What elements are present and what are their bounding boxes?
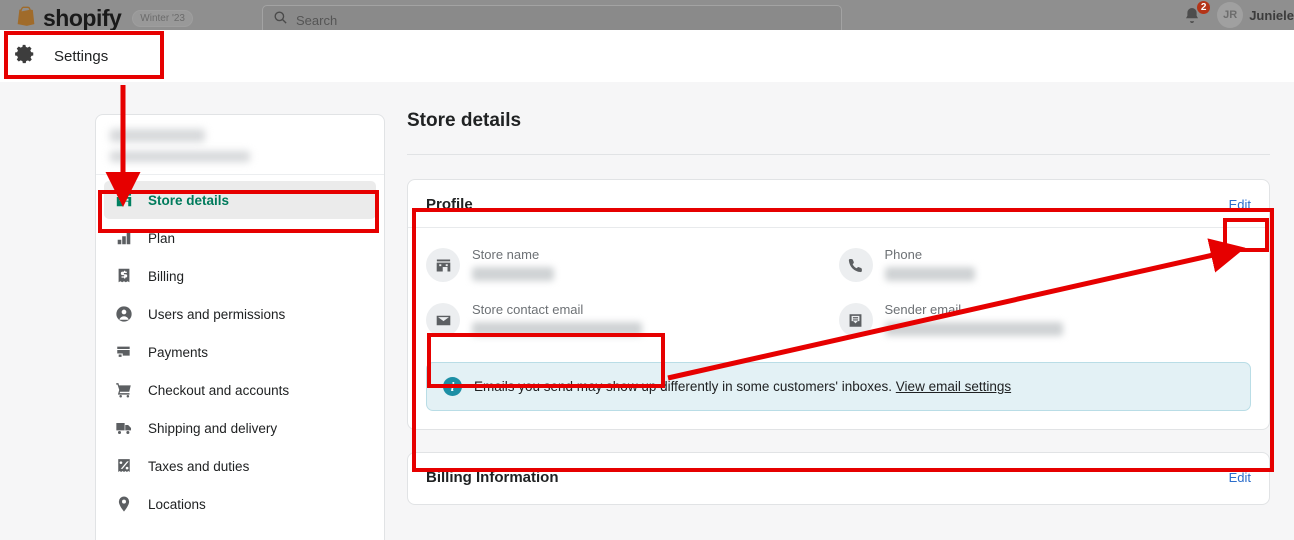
sidebar-item-label: Shipping and delivery bbox=[148, 421, 277, 436]
field-label: Phone bbox=[885, 247, 975, 262]
sidebar-item-label: Locations bbox=[148, 497, 206, 512]
field-value-redacted bbox=[885, 267, 975, 281]
shopify-logo[interactable]: shopify Winter '23 bbox=[16, 4, 193, 27]
sidebar-item-payments[interactable]: Payments bbox=[104, 333, 376, 371]
search-input[interactable]: Search bbox=[262, 5, 842, 30]
field-phone: Phone bbox=[839, 244, 1252, 299]
field-value-redacted bbox=[885, 322, 1063, 336]
phone-icon bbox=[839, 248, 873, 282]
shopping-cart-icon bbox=[114, 380, 134, 400]
field-store-contact-email: Store contact email bbox=[426, 299, 839, 354]
profile-card: Profile Edit Store name bbox=[407, 179, 1270, 430]
user-name-label: Juniele bbox=[1249, 8, 1294, 23]
user-menu-button[interactable]: JR Juniele bbox=[1217, 2, 1294, 28]
sidebar-item-locations[interactable]: Locations bbox=[104, 485, 376, 523]
field-value-redacted bbox=[472, 267, 554, 281]
sidebar-item-users-and-permissions[interactable]: Users and permissions bbox=[104, 295, 376, 333]
envelope-icon bbox=[426, 303, 460, 337]
settings-title: Settings bbox=[54, 48, 108, 65]
billing-edit-button[interactable]: Edit bbox=[1229, 470, 1251, 485]
plan-icon bbox=[114, 228, 134, 248]
sidebar-item-label: Billing bbox=[148, 269, 184, 284]
notifications-button[interactable]: 2 bbox=[1182, 2, 1208, 28]
sidebar-item-store-details[interactable]: Store details bbox=[104, 181, 376, 219]
sidebar-item-shipping-and-delivery[interactable]: Shipping and delivery bbox=[104, 409, 376, 447]
settings-header: Settings bbox=[0, 30, 1294, 82]
inbox-icon bbox=[839, 303, 873, 337]
percent-receipt-icon bbox=[114, 456, 134, 476]
map-pin-icon bbox=[114, 494, 134, 514]
gear-icon bbox=[14, 43, 36, 70]
plan-badge: Winter '23 bbox=[132, 10, 193, 27]
sidebar-item-checkout-and-accounts[interactable]: Checkout and accounts bbox=[104, 371, 376, 409]
billing-receipt-icon bbox=[114, 266, 134, 286]
payments-card-icon bbox=[114, 342, 134, 362]
sidebar-item-label: Taxes and duties bbox=[148, 459, 249, 474]
profile-edit-button[interactable]: Edit bbox=[1229, 197, 1251, 212]
field-label: Store name bbox=[472, 247, 554, 262]
billing-card-header: Billing Information Edit bbox=[408, 453, 1269, 504]
delivery-truck-icon bbox=[114, 418, 134, 438]
email-info-banner: i Emails you send may show up differentl… bbox=[426, 362, 1251, 411]
store-name-redacted bbox=[110, 129, 205, 142]
billing-card-title: Billing Information bbox=[426, 469, 559, 486]
page-title: Store details bbox=[407, 110, 1270, 132]
shopify-bag-icon bbox=[16, 4, 36, 26]
banner-message: Emails you send may show up differently … bbox=[474, 379, 892, 394]
settings-sidebar: Store details Plan Billing bbox=[95, 114, 385, 540]
store-chip[interactable] bbox=[96, 115, 384, 175]
sidebar-item-label: Plan bbox=[148, 231, 175, 246]
banner-text: Emails you send may show up differently … bbox=[474, 379, 1011, 394]
content-area: Store details Plan Billing bbox=[0, 82, 1294, 540]
sidebar-item-plan[interactable]: Plan bbox=[104, 219, 376, 257]
profile-card-title: Profile bbox=[426, 196, 473, 213]
profile-card-body: Store name Store contact email bbox=[408, 228, 1269, 429]
view-email-settings-link[interactable]: View email settings bbox=[896, 379, 1011, 394]
search-icon bbox=[273, 10, 288, 30]
sidebar-item-billing[interactable]: Billing bbox=[104, 257, 376, 295]
sidebar-item-label: Payments bbox=[148, 345, 208, 360]
avatar: JR bbox=[1217, 2, 1243, 28]
settings-nav-list: Store details Plan Billing bbox=[96, 175, 384, 523]
sidebar-item-label: Users and permissions bbox=[148, 307, 285, 322]
info-icon: i bbox=[443, 377, 462, 396]
field-label: Store contact email bbox=[472, 302, 642, 317]
sidebar-item-label: Store details bbox=[148, 193, 229, 208]
profile-card-header: Profile Edit bbox=[408, 180, 1269, 228]
global-topbar: shopify Winter '23 Search 2 JR Juniele bbox=[0, 0, 1294, 30]
storefront-icon bbox=[426, 248, 460, 282]
field-label: Sender email bbox=[885, 302, 1063, 317]
notification-count-badge: 2 bbox=[1196, 0, 1211, 15]
user-circle-icon bbox=[114, 304, 134, 324]
billing-information-card: Billing Information Edit bbox=[407, 452, 1270, 505]
profile-field-grid: Store name Store contact email bbox=[426, 244, 1251, 354]
field-sender-email: Sender email bbox=[839, 299, 1252, 354]
sidebar-item-taxes-and-duties[interactable]: Taxes and duties bbox=[104, 447, 376, 485]
store-domain-redacted bbox=[110, 151, 250, 162]
header-divider bbox=[407, 154, 1270, 155]
field-value-redacted bbox=[472, 322, 642, 336]
main-panel: Store details Profile Edit bbox=[385, 82, 1294, 540]
field-store-name: Store name bbox=[426, 244, 839, 299]
sidebar-item-label: Checkout and accounts bbox=[148, 383, 289, 398]
screenshot-root: shopify Winter '23 Search 2 JR Juniele bbox=[0, 0, 1294, 540]
shopify-logo-text: shopify bbox=[43, 7, 121, 30]
topbar-right-cluster: 2 JR Juniele bbox=[1182, 2, 1294, 28]
search-placeholder: Search bbox=[296, 13, 337, 28]
storefront-icon bbox=[114, 190, 134, 210]
